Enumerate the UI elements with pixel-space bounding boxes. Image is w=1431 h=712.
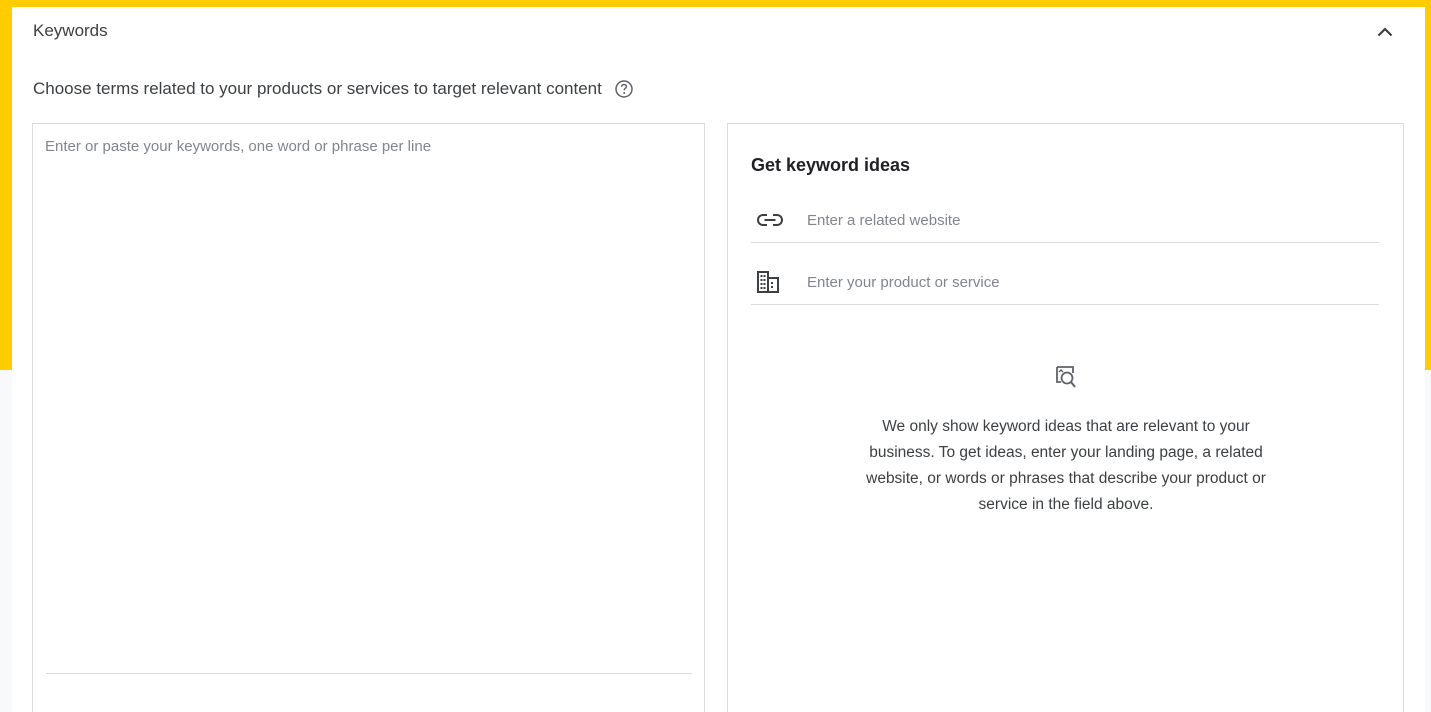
section-title: Keywords	[33, 21, 108, 40]
keywords-input-panel	[32, 123, 705, 712]
section-subtitle: Choose terms related to your products or…	[33, 79, 634, 99]
keywords-textarea[interactable]	[45, 138, 692, 668]
business-icon	[751, 270, 793, 294]
keyword-ideas-panel: Get keyword ideas Enter a related websit…	[727, 123, 1404, 712]
product-service-input[interactable]	[807, 273, 1367, 291]
related-website-input[interactable]	[807, 211, 1367, 229]
product-service-field[interactable]	[751, 260, 1379, 305]
empty-state-message: We only show keyword ideas that are rele…	[866, 418, 1266, 513]
keywords-underline	[46, 673, 692, 674]
help-icon[interactable]	[614, 79, 634, 99]
link-icon	[751, 208, 793, 232]
keyword-ideas-title: Get keyword ideas	[751, 155, 911, 175]
subtitle-text: Choose terms related to your products or…	[33, 79, 602, 98]
chevron-up-icon	[1377, 27, 1393, 37]
collapse-button[interactable]	[1370, 17, 1400, 47]
image-search-icon	[1051, 364, 1081, 392]
related-website-field[interactable]	[751, 198, 1379, 243]
keywords-section: Keywords Choose terms related to your pr…	[12, 7, 1425, 712]
